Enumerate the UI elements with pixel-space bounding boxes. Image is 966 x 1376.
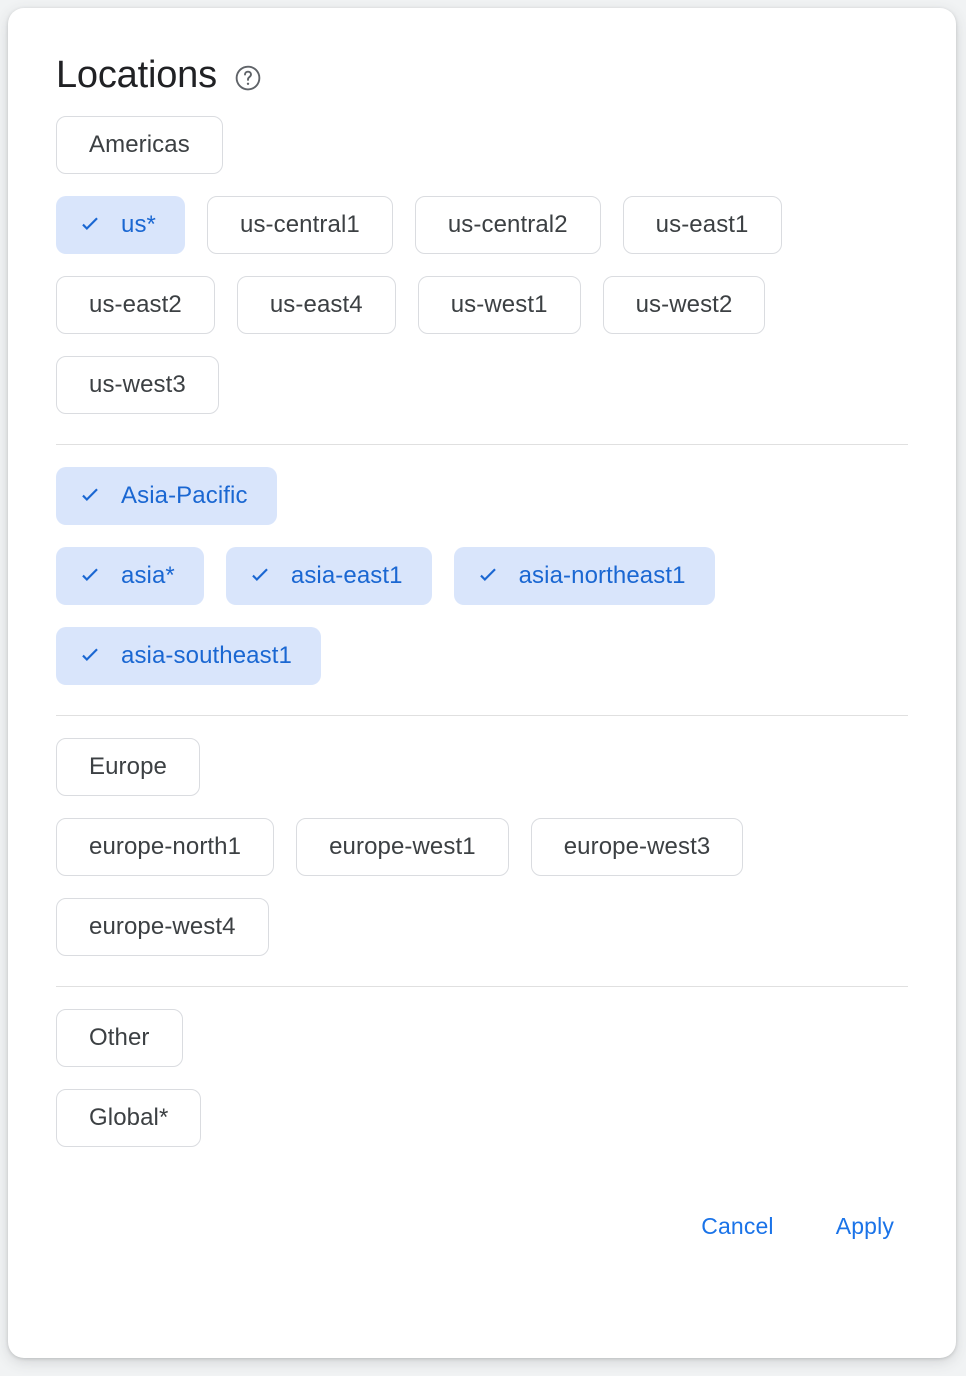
location-chip-asia-pacific[interactable]: Asia-Pacific	[56, 467, 277, 525]
chip-row: europe-west4	[56, 898, 908, 956]
location-chip-other[interactable]: Other	[56, 1009, 183, 1067]
location-chip-label: us-east2	[89, 293, 182, 317]
location-chip-label: us-west3	[89, 373, 186, 397]
location-chip-label: europe-west4	[89, 915, 236, 939]
location-chip-label: asia-southeast1	[121, 644, 292, 668]
chip-row: Global*	[56, 1089, 908, 1147]
location-chip-europe-west3[interactable]: europe-west3	[531, 818, 744, 876]
location-chip-label: us-west1	[451, 293, 548, 317]
location-chip-label: us-east4	[270, 293, 363, 317]
chip-row: us-east2 us-east4 us-west1 us-west2	[56, 276, 908, 334]
location-chip-asiastar[interactable]: asia*	[56, 547, 204, 605]
location-chip-us-east4[interactable]: us-east4	[237, 276, 396, 334]
location-chip-us-west3[interactable]: us-west3	[56, 356, 219, 414]
location-section-asia-pacific: Asia-Pacific asia* asia-east1 asia-northeas…	[56, 445, 908, 685]
location-chip-asia-northeast1[interactable]: asia-northeast1	[454, 547, 715, 605]
dialog-footer: Cancel Apply	[8, 1147, 956, 1250]
locations-dialog: Locations Americas us* us-central1 us-centr…	[8, 8, 956, 1358]
location-chip-us-east2[interactable]: us-east2	[56, 276, 215, 334]
apply-button[interactable]: Apply	[818, 1203, 912, 1250]
location-chip-label: us*	[121, 213, 156, 237]
location-chip-label: europe-west1	[329, 835, 476, 859]
location-section-europe: Europe europe-north1 europe-west1 europe-we…	[56, 716, 908, 956]
location-chip-asia-east1[interactable]: asia-east1	[226, 547, 432, 605]
location-chip-label: Americas	[89, 133, 190, 157]
location-chip-label: us-east1	[656, 213, 749, 237]
locations-list: Americas us* us-central1 us-central2 us-east…	[8, 98, 956, 1147]
location-chip-label: europe-west3	[564, 835, 711, 859]
location-chip-label: Other	[89, 1026, 150, 1050]
location-chip-europe[interactable]: Europe	[56, 738, 200, 796]
location-chip-europe-west4[interactable]: europe-west4	[56, 898, 269, 956]
location-chip-us-east1[interactable]: us-east1	[623, 196, 782, 254]
location-chip-globalstar[interactable]: Global*	[56, 1089, 201, 1147]
location-chip-label: asia*	[121, 564, 175, 588]
location-chip-label: asia-northeast1	[519, 564, 686, 588]
location-chip-label: us-west2	[636, 293, 733, 317]
chip-row: us* us-central1 us-central2 us-east1	[56, 196, 908, 254]
chip-row: asia-southeast1	[56, 627, 908, 685]
location-chip-us-central1[interactable]: us-central1	[207, 196, 393, 254]
check-icon	[77, 563, 103, 589]
location-chip-usstar[interactable]: us*	[56, 196, 185, 254]
chip-row: Americas	[56, 116, 908, 174]
location-chip-us-west2[interactable]: us-west2	[603, 276, 766, 334]
cancel-button[interactable]: Cancel	[683, 1203, 792, 1250]
location-section-americas: Americas us* us-central1 us-central2 us-east…	[56, 98, 908, 414]
location-chip-label: asia-east1	[291, 564, 403, 588]
chip-row: europe-north1 europe-west1 europe-west3	[56, 818, 908, 876]
location-chip-americas[interactable]: Americas	[56, 116, 223, 174]
chip-row: us-west3	[56, 356, 908, 414]
help-circle-icon[interactable]	[233, 63, 263, 93]
location-chip-label: Asia-Pacific	[121, 484, 248, 508]
location-chip-us-central2[interactable]: us-central2	[415, 196, 601, 254]
location-chip-label: europe-north1	[89, 835, 241, 859]
location-chip-label: us-central2	[448, 213, 568, 237]
location-chip-us-west1[interactable]: us-west1	[418, 276, 581, 334]
location-chip-label: Europe	[89, 755, 167, 779]
chip-row: Other	[56, 1009, 908, 1067]
dialog-header: Locations	[8, 8, 956, 98]
chip-row: Asia-Pacific	[56, 467, 908, 525]
check-icon	[475, 563, 501, 589]
location-chip-asia-southeast1[interactable]: asia-southeast1	[56, 627, 321, 685]
chip-row: Europe	[56, 738, 908, 796]
check-icon	[77, 483, 103, 509]
check-icon	[77, 212, 103, 238]
location-chip-label: us-central1	[240, 213, 360, 237]
check-icon	[77, 643, 103, 669]
chip-row: asia* asia-east1 asia-northeast1	[56, 547, 908, 605]
location-chip-label: Global*	[89, 1106, 168, 1130]
location-chip-europe-north1[interactable]: europe-north1	[56, 818, 274, 876]
page-title: Locations	[56, 52, 217, 98]
location-section-other: Other Global*	[56, 987, 908, 1147]
location-chip-europe-west1[interactable]: europe-west1	[296, 818, 509, 876]
check-icon	[247, 563, 273, 589]
